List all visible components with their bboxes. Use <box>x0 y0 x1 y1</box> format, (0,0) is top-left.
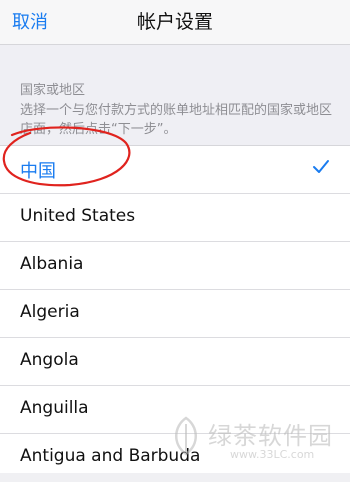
list-item-label: Albania <box>20 254 84 274</box>
list-item-label: Algeria <box>20 302 80 322</box>
list-item-china[interactable]: 中国 <box>0 146 350 194</box>
page-title: 帐户设置 <box>136 11 213 33</box>
list-item-united-states[interactable]: United States <box>0 194 350 242</box>
list-item-albania[interactable]: Albania <box>0 242 350 290</box>
list-item-algeria[interactable]: Algeria <box>0 290 350 338</box>
section-header: 国家或地区 <box>20 83 86 98</box>
list-item-label: Antigua and Barbuda <box>20 446 201 466</box>
list-item-antigua-and-barbuda[interactable]: Antigua and Barbuda <box>0 434 350 482</box>
list-item-anguilla[interactable]: Anguilla <box>0 386 350 434</box>
list-item-label: Anguilla <box>20 398 89 418</box>
list-item-angola[interactable]: Angola <box>0 338 350 386</box>
section-description: 选择一个与您付款方式的账单地址相匹配的国家或地区店面，然后点击“下一步”。 <box>20 103 333 137</box>
checkmark-icon <box>313 160 329 173</box>
country-list: 中国 United States Albania Algeria Angola … <box>0 145 350 473</box>
list-item-label: 中国 <box>20 161 56 182</box>
list-item-label: United States <box>20 206 136 226</box>
country-section-header: 国家或地区 选择一个与您付款方式的账单地址相匹配的国家或地区店面，然后点击“下一… <box>0 45 350 145</box>
list-item-label: Angola <box>20 350 79 370</box>
navigation-bar: 取消 帐户设置 <box>0 0 350 45</box>
